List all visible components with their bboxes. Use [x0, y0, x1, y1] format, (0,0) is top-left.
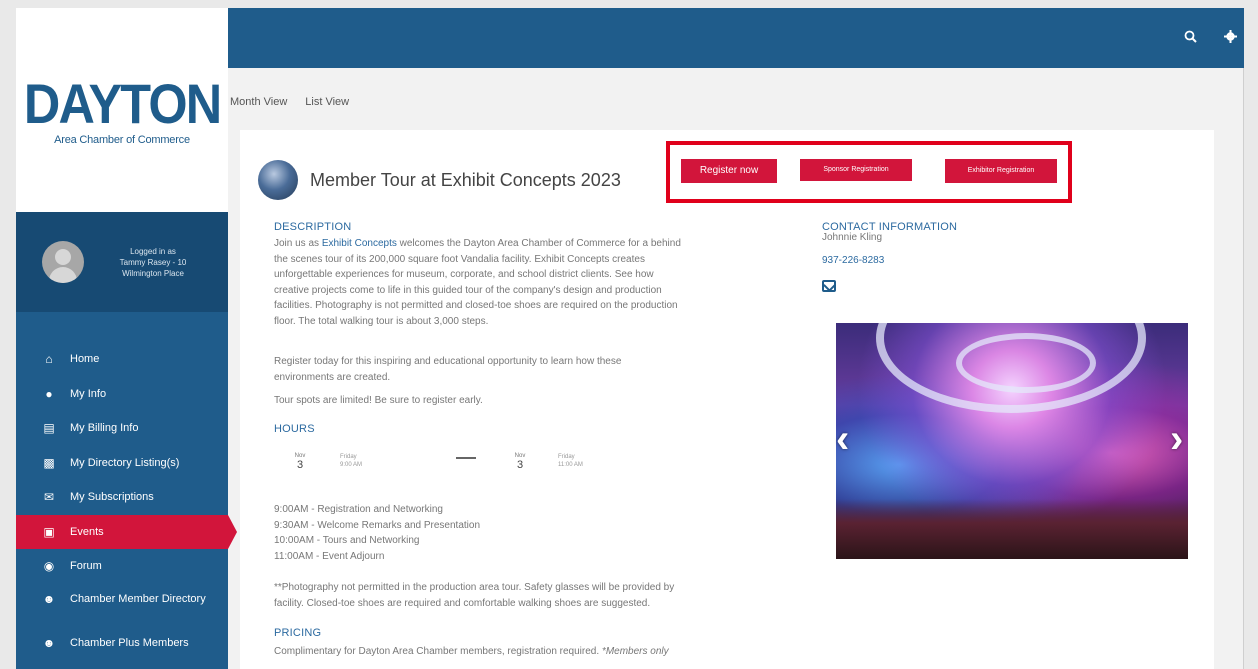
sidebar-item-forum[interactable]: ◉ Forum: [16, 549, 228, 584]
end-date: Nov 3: [510, 453, 530, 471]
agenda-item: 11:00AM - Event Adjourn: [274, 550, 385, 562]
description-text: Join us as Exhibit Concepts welcomes the…: [274, 236, 814, 330]
event-photo: [836, 323, 1188, 559]
tab-month-view[interactable]: Month View: [230, 96, 287, 108]
envelope-icon: ✉: [43, 490, 55, 505]
start-day: 3: [296, 459, 304, 471]
sidebar-item-chamber-plus-members[interactable]: ☻ Chamber Plus Members: [16, 628, 228, 669]
sidebar-nav: ⌂ Home ● My Info ▤ My Billing Info ▩ My …: [16, 312, 237, 669]
sidebar-item-events[interactable]: ▣ Events: [16, 514, 237, 549]
description-line: unforgettable experiences for museum, co…: [274, 269, 654, 281]
event-title: Member Tour at Exhibit Concepts 2023: [310, 170, 621, 190]
description-line: welcomes the Dayton Area Chamber of Comm…: [399, 238, 681, 249]
carousel-next-icon[interactable]: ›: [1170, 419, 1192, 459]
logo-wordmark: DAYTON: [23, 72, 222, 135]
agenda-list: 9:00AM - Registration and Networking 9:3…: [274, 502, 814, 564]
user-panel: Logged in as Tammy Rasey - 10 Wilmington…: [16, 212, 228, 312]
sidebar-item-label: My Info: [70, 387, 107, 400]
logo-subtitle: Area Chamber of Commerce: [54, 134, 190, 146]
pricing-heading: PRICING: [274, 627, 322, 639]
start-time: Friday 9:00 AM: [340, 453, 362, 469]
agenda-item: 9:00AM - Registration and Networking: [274, 504, 443, 515]
sidebar-item-label: My Subscriptions: [70, 491, 154, 504]
event-thumbnail: [258, 160, 298, 200]
pricing-description: Complimentary for Dayton Area Chamber me…: [274, 646, 600, 657]
sidebar-item-label: Chamber Plus Members: [70, 636, 189, 649]
sidebar-item-my-subscriptions[interactable]: ✉ My Subscriptions: [16, 480, 228, 515]
user-info-line2: Tammy Rasey - 10: [119, 257, 187, 267]
sidebar-item-label: Events: [70, 525, 104, 538]
logo[interactable]: DAYTON Area Chamber of Commerce: [16, 8, 228, 212]
hours-heading: HOURS: [274, 423, 315, 435]
agenda-item: 9:30AM - Welcome Remarks and Presentatio…: [274, 519, 481, 531]
description-line: the scenes tour of its 200,000 square fo…: [274, 253, 645, 265]
sidebar-item-label: My Directory Listing(s): [70, 456, 180, 469]
sidebar-item-label: Forum: [70, 560, 102, 573]
sidebar-item-label: My Billing Info: [70, 422, 139, 435]
description-line: floor. The total walking tour is about 3…: [274, 315, 489, 327]
end-time: Friday 11:00 AM: [558, 453, 583, 469]
description-line: facilities. Photography is not permitted…: [274, 300, 678, 312]
description-line: creative projects come to life in this g…: [274, 284, 662, 296]
exhibit-concepts-link[interactable]: Exhibit Concepts: [322, 238, 397, 249]
user-info-line1: Logged in as: [130, 246, 176, 256]
contact-phone[interactable]: 937-226-8283: [822, 255, 884, 266]
id-card-icon: ▩: [43, 455, 55, 470]
credit-card-icon: ▤: [43, 421, 55, 436]
comments-icon: ◉: [43, 559, 55, 574]
search-icon[interactable]: [1184, 30, 1197, 46]
highlight-box: [666, 141, 1072, 203]
users-icon: ☻: [42, 635, 56, 650]
sidebar: DAYTON Area Chamber of Commerce Logged i…: [16, 8, 237, 669]
start-clock: 9:00 AM: [340, 462, 363, 468]
start-weekday: Friday: [340, 454, 357, 460]
user-info: Logged in as Tammy Rasey - 10 Wilmington…: [98, 246, 208, 279]
email-icon[interactable]: [822, 280, 836, 292]
sidebar-item-my-info[interactable]: ● My Info: [16, 377, 228, 412]
tab-list-view[interactable]: List View: [305, 96, 349, 108]
end-weekday: Friday: [558, 454, 575, 460]
pricing-text: Complimentary for Dayton Area Chamber me…: [274, 644, 834, 660]
sidebar-item-label: Chamber Member Directory: [70, 592, 206, 605]
sidebar-item-home[interactable]: ⌂ Home: [16, 342, 228, 377]
hours-range: Nov 3 Friday 9:00 AM Nov 3 Friday 11:00 …: [276, 446, 706, 482]
contact-name: Johnnie Kling: [822, 232, 883, 243]
users-icon: ☻: [42, 591, 56, 606]
end-day: 3: [516, 459, 524, 471]
note-line: facility. Closed-toe shoes are required …: [274, 597, 651, 609]
top-bar: [228, 8, 1244, 68]
photography-note: **Photography not permitted in the produ…: [274, 580, 834, 611]
home-icon: ⌂: [45, 352, 53, 367]
photo-sculpture-inner: [956, 333, 1096, 393]
sidebar-item-chamber-member-directory[interactable]: ☻ Chamber Member Directory: [16, 584, 228, 628]
start-date: Nov 3: [290, 453, 310, 471]
sidebar-item-my-billing-info[interactable]: ▤ My Billing Info: [16, 411, 228, 446]
description-register-text: Register today for this inspiring and ed…: [274, 354, 814, 385]
note-line: **Photography not permitted in the produ…: [274, 582, 675, 593]
calendar-icon: ▣: [43, 524, 55, 539]
description-line: environments are created.: [274, 371, 391, 383]
photo-floor: [836, 499, 1188, 559]
description-limited-text: Tour spots are limited! Be sure to regis…: [274, 395, 483, 406]
view-tabs: Month View List View: [230, 96, 349, 108]
sidebar-item-label: Home: [70, 353, 100, 366]
end-clock: 11:00 AM: [558, 462, 583, 468]
description-lead: Join us as: [274, 238, 320, 249]
pricing-note: *Members only: [601, 646, 669, 657]
description-line: Register today for this inspiring and ed…: [274, 356, 622, 367]
carousel-prev-icon[interactable]: ‹: [836, 419, 858, 459]
range-dash: [456, 457, 476, 459]
user-icon: ●: [45, 386, 53, 401]
gear-icon[interactable]: [1224, 30, 1237, 46]
description-heading: DESCRIPTION: [274, 221, 352, 233]
agenda-item: 10:00AM - Tours and Networking: [274, 535, 420, 547]
avatar[interactable]: [42, 241, 84, 283]
sidebar-item-my-directory-listings[interactable]: ▩ My Directory Listing(s): [16, 446, 228, 481]
user-info-line3: Wilmington Place: [122, 268, 184, 278]
